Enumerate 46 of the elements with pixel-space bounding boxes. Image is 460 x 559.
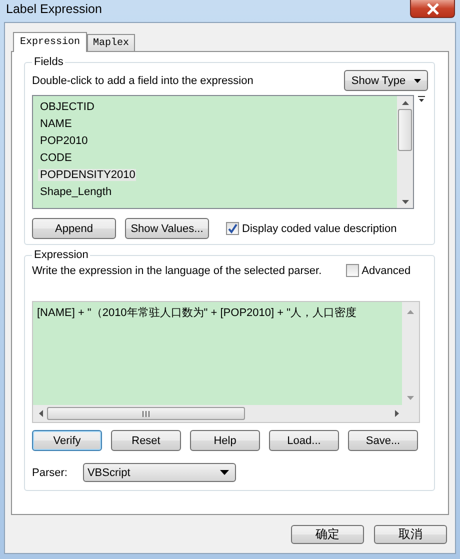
field-item[interactable]: Shape_Length <box>38 186 113 198</box>
field-item[interactable]: POP2010 <box>38 134 89 146</box>
expression-button[interactable]: Verify <box>32 430 102 451</box>
expression-button[interactable]: Reset <box>111 430 181 451</box>
tab[interactable]: Maplex <box>87 34 136 51</box>
scroll-down-icon <box>402 200 408 204</box>
group-title: Fields <box>33 56 64 68</box>
expression-button[interactable]: Save... <box>348 430 418 451</box>
field-button[interactable]: Show Values... <box>125 218 209 239</box>
show-type-button[interactable]: Show Type <box>344 70 428 91</box>
close-icon <box>426 2 440 14</box>
caret-icon <box>220 470 230 475</box>
check-icon <box>227 223 238 234</box>
group-title: Expression <box>33 249 90 261</box>
window-title: Label Expression <box>6 1 102 16</box>
dropdown-icon[interactable] <box>418 96 425 103</box>
scroll-bar[interactable] <box>397 96 413 208</box>
scroll-thumb[interactable] <box>398 109 412 151</box>
parser-dropdown[interactable]: VBScript <box>83 463 236 482</box>
expression-button[interactable]: Help <box>190 430 260 451</box>
field-item[interactable]: NAME <box>38 118 73 130</box>
field-item[interactable]: POPDENSITY2010 <box>38 168 136 180</box>
tab[interactable]: Expression <box>13 32 88 52</box>
display-coded-checkbox[interactable]: Display coded value description <box>226 222 397 235</box>
scroll-right-icon <box>395 410 399 417</box>
expression-text: [NAME] + "（2010年常驻人口数为" + [POP2010] + "人，人口密度 <box>33 302 402 405</box>
scroll-thumb[interactable] <box>47 407 245 420</box>
scroll-up-icon <box>402 101 408 105</box>
close-button[interactable] <box>410 0 455 18</box>
field-button[interactable]: Append <box>32 218 116 239</box>
scroll-up-icon <box>407 310 414 314</box>
advanced-checkbox[interactable]: Advanced <box>346 264 411 277</box>
caret-icon <box>414 78 421 82</box>
parser-label: Parser: <box>32 466 68 478</box>
dialog-button[interactable]: 取消 <box>374 525 447 544</box>
scroll-left-icon <box>39 410 43 417</box>
dialog-button[interactable]: 确定 <box>291 525 364 544</box>
hint-text: Write the expression in the language of the selected parser. <box>32 264 322 276</box>
expression-editor[interactable]: [NAME] + "（2010年常驻人口数为" + [POP2010] + "人，人口密度 <box>32 301 420 423</box>
field-item[interactable]: CODE <box>38 152 73 164</box>
grip-icon <box>142 410 150 416</box>
scroll-down-icon <box>407 396 414 400</box>
expression-button[interactable]: Load... <box>269 430 339 451</box>
hint-text: Double-click to add a field into the expression <box>32 74 254 86</box>
field-list[interactable]: OBJECTID NAME POP2010 CODE POPDENSITY2010 Shape_Length <box>32 95 414 209</box>
field-item[interactable]: OBJECTID <box>38 100 96 112</box>
